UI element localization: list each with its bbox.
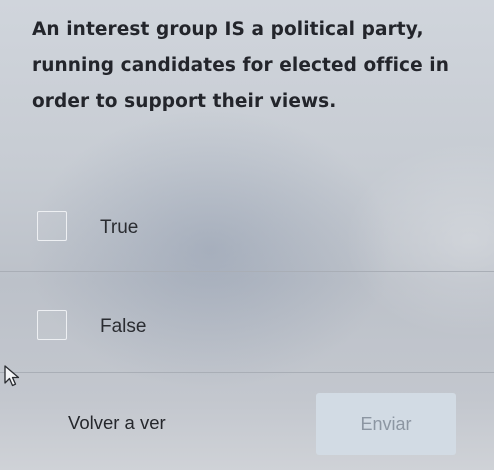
false-label: False [100, 316, 147, 337]
option-false[interactable]: False [0, 306, 494, 350]
divider [0, 372, 494, 373]
question-text: An interest group IS a political party, … [32, 19, 450, 112]
true-label: True [100, 217, 139, 238]
option-true[interactable]: True [0, 207, 494, 251]
true-checkbox[interactable] [37, 211, 67, 241]
mouse-pointer-icon [4, 365, 20, 387]
divider [0, 271, 494, 272]
false-checkbox[interactable] [37, 310, 67, 340]
review-again-button[interactable]: Volver a ver [58, 408, 176, 438]
submit-button[interactable]: Enviar [316, 393, 456, 455]
